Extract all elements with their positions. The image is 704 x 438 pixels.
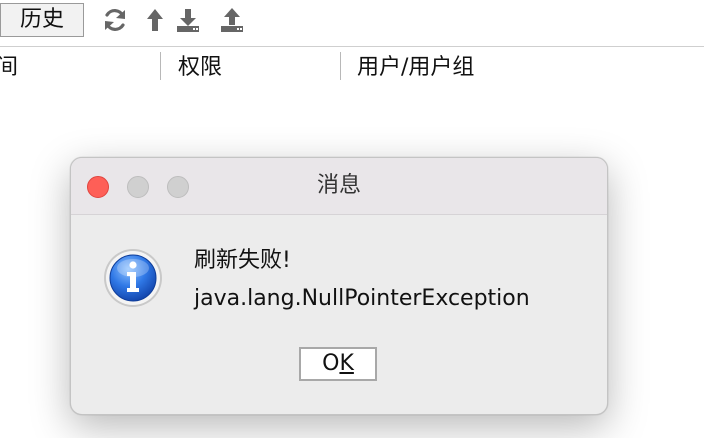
dialog-title: 消息 — [316, 173, 361, 198]
ok-button[interactable]: OK — [299, 347, 377, 381]
ok-button-label: O — [322, 351, 340, 376]
toolbar: 历史 — [0, 0, 704, 47]
download-icon[interactable] — [174, 6, 202, 34]
column-divider[interactable] — [160, 52, 161, 80]
column-header-time[interactable]: 间 — [0, 47, 18, 89]
column-divider[interactable] — [340, 52, 341, 80]
refresh-icon[interactable] — [101, 6, 129, 34]
ok-button-mnemonic: K — [339, 351, 354, 376]
upload-icon[interactable] — [218, 6, 246, 34]
dialog-exception-text: java.lang.NullPointerException — [194, 286, 530, 311]
dialog-titlebar[interactable]: 消息 — [71, 158, 607, 215]
column-header-user-group[interactable]: 用户/用户组 — [357, 47, 474, 89]
dialog-message: 刷新失败! — [194, 248, 291, 273]
app-window: 历史 间 权限 用户/用户组 消息 刷新失败! java.lang.NullPo… — [0, 0, 704, 438]
message-dialog: 消息 刷新失败! java.lang.NullPointerException … — [70, 157, 608, 415]
upload-arrow-icon[interactable] — [141, 6, 169, 34]
column-header-permission[interactable]: 权限 — [178, 47, 222, 89]
info-icon — [103, 248, 163, 308]
history-button[interactable]: 历史 — [0, 3, 84, 37]
